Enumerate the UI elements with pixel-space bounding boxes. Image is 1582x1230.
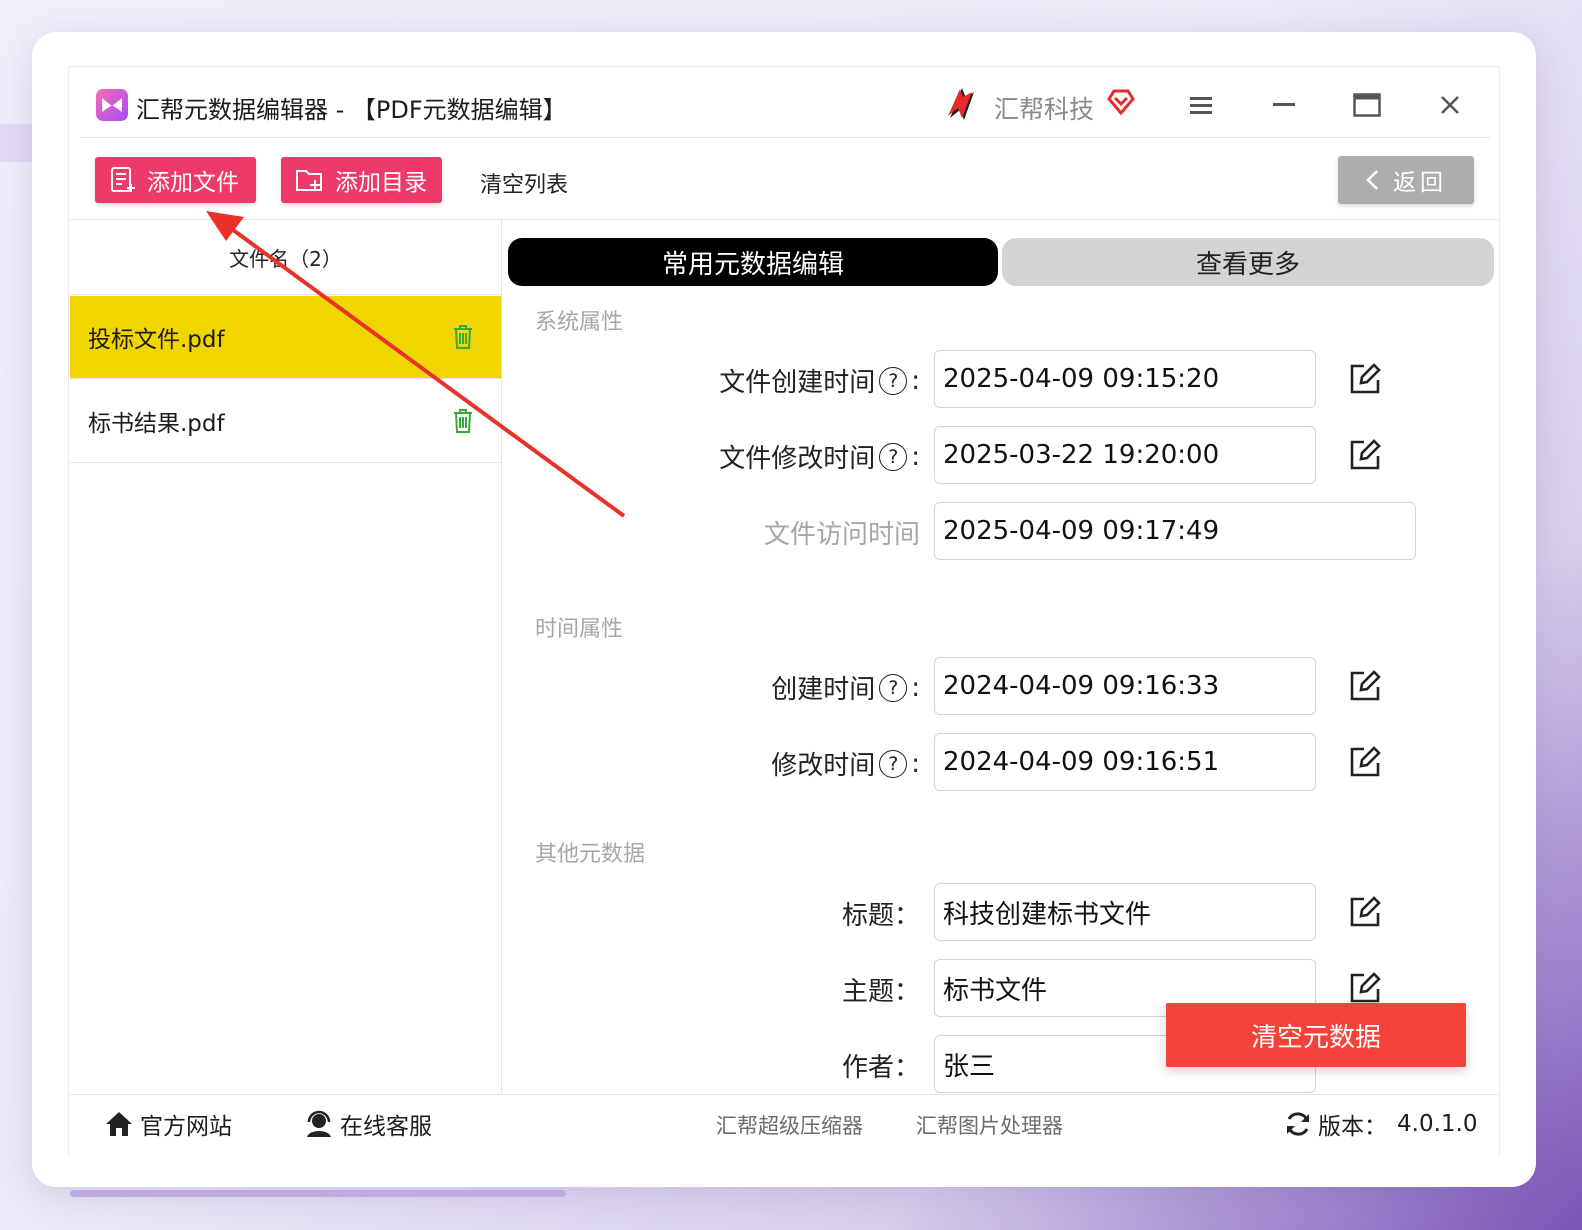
home-icon (106, 1112, 132, 1136)
modified-label: 修改时间 ?: (771, 745, 920, 782)
footer: 官方网站 在线客服 汇帮超级压缩器 汇帮图片处理器 版本： 4.0.1.0 (70, 1094, 1498, 1156)
minimize-icon[interactable] (1265, 86, 1303, 124)
edit-icon[interactable] (1348, 438, 1382, 472)
clear-metadata-button[interactable]: 清空元数据 (1166, 1003, 1466, 1067)
close-icon[interactable] (1431, 86, 1469, 124)
edit-icon[interactable] (1348, 745, 1382, 779)
help-icon[interactable]: ? (879, 749, 908, 778)
subject-label: 主题： (841, 977, 920, 1007)
edit-icon[interactable] (1348, 669, 1382, 703)
app-logo-icon (96, 89, 128, 121)
help-icon[interactable]: ? (879, 673, 908, 702)
back-label: 返回 (1393, 170, 1447, 196)
file-list-item[interactable]: 标书结果.pdf (70, 380, 501, 463)
clear-list-button[interactable]: 清空列表 (480, 167, 568, 199)
app-window: 汇帮元数据编辑器 - 【PDF元数据编辑】 汇帮科技 添加文件 添加目录 清空列… (32, 32, 1536, 1187)
add-directory-button[interactable]: 添加目录 (281, 157, 442, 203)
file-list-item[interactable]: 投标文件.pdf (70, 296, 501, 379)
customer-service-icon (307, 1110, 331, 1137)
trash-icon[interactable] (452, 408, 474, 440)
official-site-label: 官方网站 (140, 1114, 232, 1140)
edit-icon[interactable] (1348, 362, 1382, 396)
file-created-label-text: 文件创建时间 (719, 368, 876, 398)
file-list-icon (111, 167, 135, 192)
title-label: 标题： (841, 901, 920, 931)
file-created-label: 文件创建时间 ?: (719, 362, 920, 399)
chevron-left-icon (1366, 170, 1378, 190)
author-label: 作者： (841, 1053, 920, 1083)
folder-add-icon (296, 170, 322, 191)
edit-icon[interactable] (1348, 971, 1382, 1005)
refresh-icon (1287, 1112, 1309, 1136)
version-number: 4.0.1.0 (1397, 1111, 1478, 1137)
file-created-input[interactable]: 2025-04-09 09:15:20 (934, 350, 1316, 408)
add-file-button[interactable]: 添加文件 (95, 157, 256, 203)
back-button[interactable]: 返回 (1338, 156, 1474, 204)
app-title: 汇帮元数据编辑器 - 【PDF元数据编辑】 (136, 96, 567, 124)
add-file-label: 添加文件 (147, 170, 239, 196)
file-accessed-label: 文件访问时间 (763, 520, 920, 550)
brand-logo-icon (942, 84, 982, 128)
created-label: 创建时间 ?: (771, 669, 920, 706)
modified-label-text: 修改时间 (771, 751, 876, 781)
trash-icon[interactable] (452, 324, 474, 356)
modified-input[interactable]: 2024-04-09 09:16:51 (934, 733, 1316, 791)
vip-heart-icon[interactable] (1106, 86, 1136, 120)
maximize-icon[interactable] (1348, 86, 1386, 124)
add-directory-label: 添加目录 (335, 170, 427, 196)
tab-common-metadata[interactable]: 常用元数据编辑 (508, 238, 998, 286)
file-list-header: 文件名（2） (70, 220, 501, 295)
section-system-properties: 系统属性 (535, 310, 624, 335)
image-tool-link[interactable]: 汇帮图片处理器 (916, 1110, 1063, 1140)
version-label: 版本： (1318, 1114, 1387, 1140)
created-label-text: 创建时间 (771, 675, 876, 705)
file-list-panel: 文件名（2） 投标文件.pdf 标书结果.pdf (70, 220, 502, 1094)
file-name: 标书结果.pdf (88, 411, 225, 437)
file-modified-label: 文件修改时间 ?: (719, 438, 920, 475)
edit-icon[interactable] (1348, 895, 1382, 929)
online-support-label: 在线客服 (340, 1114, 432, 1140)
created-input[interactable]: 2024-04-09 09:16:33 (934, 657, 1316, 715)
file-modified-input[interactable]: 2025-03-22 19:20:00 (934, 426, 1316, 484)
help-icon[interactable]: ? (879, 366, 908, 395)
file-accessed-input: 2025-04-09 09:17:49 (934, 502, 1416, 560)
file-modified-label-text: 文件修改时间 (719, 444, 876, 474)
brand-name: 汇帮科技 (994, 95, 1095, 124)
version-info[interactable]: 版本： 4.0.1.0 (1284, 1107, 1477, 1141)
title-bar: 汇帮元数据编辑器 - 【PDF元数据编辑】 汇帮科技 (80, 72, 1490, 138)
official-site-link[interactable]: 官方网站 (104, 1107, 232, 1141)
tab-view-more[interactable]: 查看更多 (1002, 238, 1494, 286)
online-support-link[interactable]: 在线客服 (304, 1107, 432, 1141)
section-time-properties: 时间属性 (535, 617, 624, 642)
file-name: 投标文件.pdf (88, 327, 225, 353)
menu-icon[interactable] (1182, 86, 1220, 124)
help-icon[interactable]: ? (879, 442, 908, 471)
title-input[interactable]: 科技创建标书文件 (934, 883, 1316, 941)
section-other-metadata: 其他元数据 (535, 842, 646, 867)
compressor-link[interactable]: 汇帮超级压缩器 (716, 1110, 863, 1140)
